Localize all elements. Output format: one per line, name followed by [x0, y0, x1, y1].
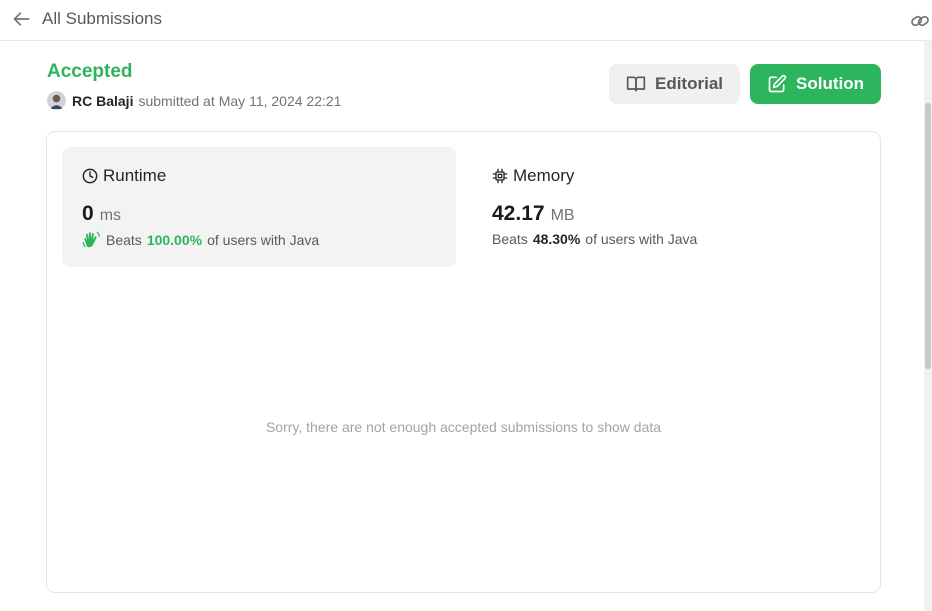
memory-beats-suffix: of users with Java — [585, 231, 698, 247]
waving-hand-icon — [82, 231, 100, 248]
username-link[interactable]: RC Balaji — [72, 93, 133, 109]
editorial-button[interactable]: Editorial — [609, 64, 740, 104]
submitted-at-text: submitted at — [138, 92, 215, 109]
memory-panel[interactable]: Memory 42.17 MB Beats 48.30% of users wi… — [472, 147, 866, 267]
book-open-icon — [626, 76, 646, 92]
runtime-panel[interactable]: Runtime 0 ms Beats 100.00% of users with… — [62, 147, 456, 267]
top-bar: All Submissions — [0, 0, 932, 41]
memory-beats-percent: 48.30% — [532, 231, 581, 247]
arrow-left-icon — [13, 12, 30, 26]
memory-header: Memory — [492, 166, 846, 186]
runtime-unit: ms — [99, 207, 122, 224]
avatar[interactable] — [47, 91, 66, 110]
back-to-submissions[interactable]: All Submissions — [12, 9, 162, 29]
memory-value: 42.17 — [492, 202, 545, 225]
memory-beats-label: Beats — [492, 231, 528, 247]
editorial-label: Editorial — [654, 74, 723, 93]
runtime-title: Runtime — [103, 166, 167, 185]
solution-label: Solution — [796, 74, 864, 93]
back-label: All Submissions — [42, 9, 162, 28]
scrollbar-thumb[interactable] — [925, 103, 931, 369]
memory-value-row: 42.17 MB — [492, 202, 846, 226]
link-icon[interactable] — [909, 11, 931, 31]
runtime-beats-percent: 100.00% — [146, 231, 203, 248]
runtime-beats-label: Beats — [106, 231, 142, 248]
chip-icon — [492, 168, 508, 184]
edit-icon — [768, 74, 787, 93]
runtime-value: 0 — [82, 202, 94, 225]
solution-button[interactable]: Solution — [750, 64, 881, 104]
memory-title: Memory — [513, 166, 575, 185]
submission-status: Accepted — [47, 61, 133, 82]
runtime-beats: Beats 100.00% of users with Java — [82, 231, 436, 248]
submission-timestamp: May 11, 2024 22:21 — [218, 92, 342, 109]
empty-distribution-message: Sorry, there are not enough accepted sub… — [265, 419, 662, 435]
performance-card: Runtime 0 ms Beats 100.00% of users with… — [46, 131, 881, 593]
scrollbar[interactable] — [924, 41, 932, 611]
memory-unit: MB — [550, 207, 575, 224]
runtime-header: Runtime — [82, 166, 436, 186]
clock-icon — [82, 168, 98, 184]
runtime-beats-suffix: of users with Java — [207, 231, 320, 248]
submission-meta: RC Balaji submitted at May 11, 2024 22:2… — [47, 91, 341, 110]
runtime-value-row: 0 ms — [82, 202, 436, 226]
memory-beats: Beats 48.30% of users with Java — [492, 231, 846, 247]
